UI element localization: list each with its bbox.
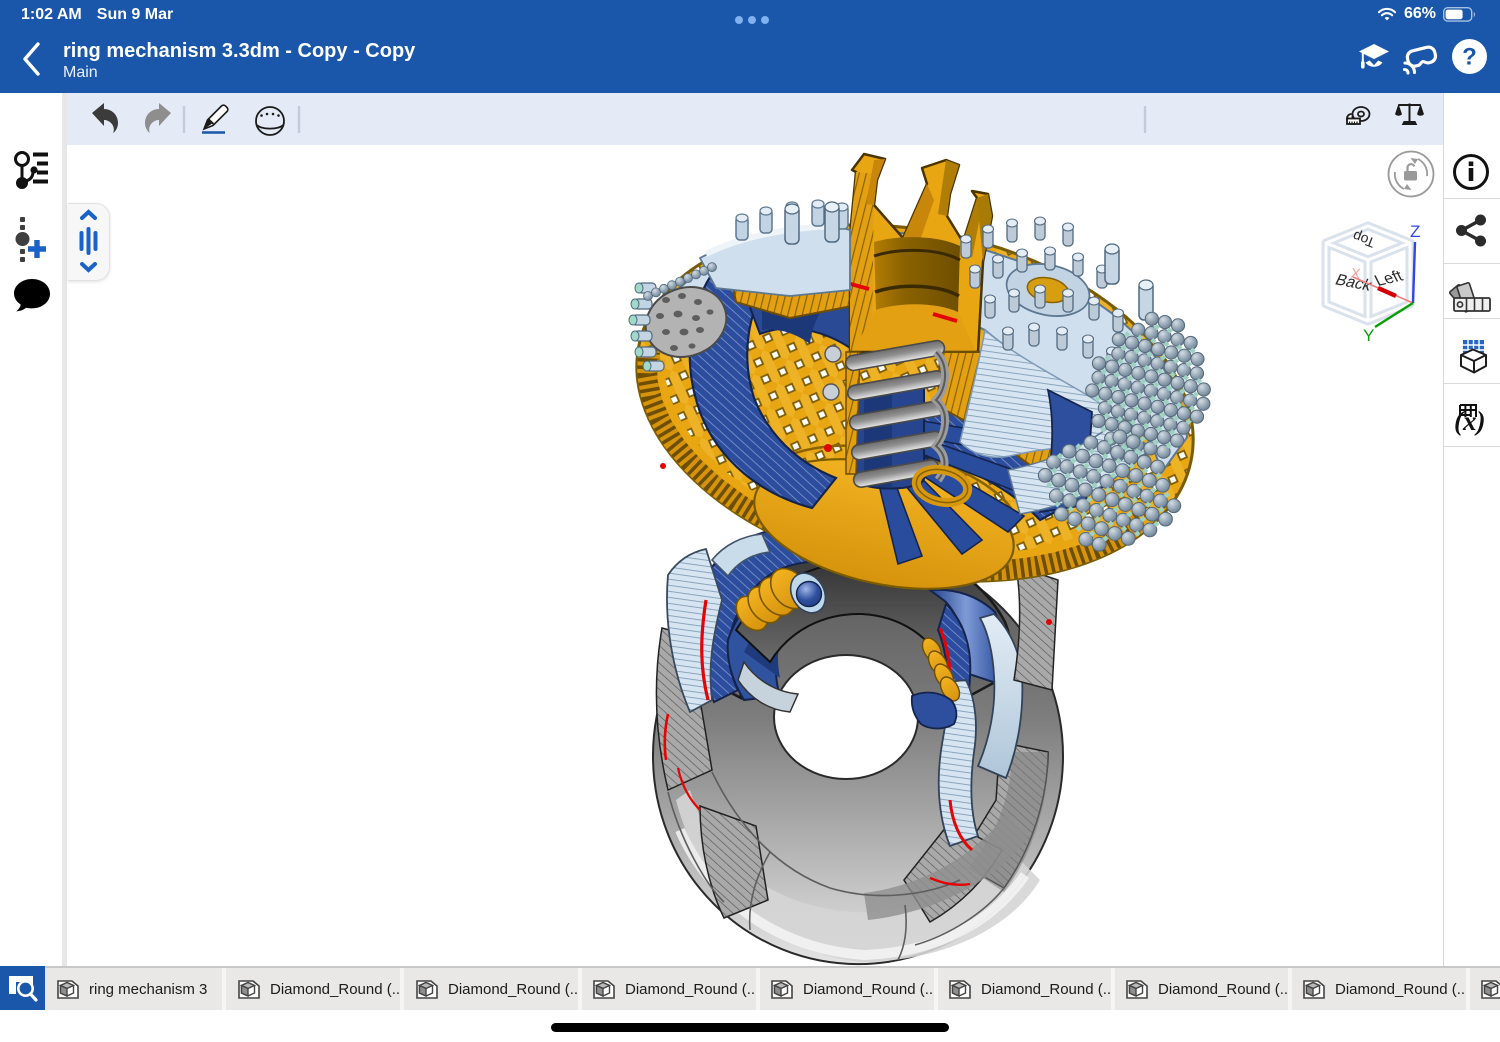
svg-text:(x): (x) xyxy=(1454,406,1485,436)
svg-text:Z: Z xyxy=(1410,222,1420,241)
svg-text:?: ? xyxy=(1462,44,1477,71)
svg-text:Y: Y xyxy=(1363,326,1374,345)
